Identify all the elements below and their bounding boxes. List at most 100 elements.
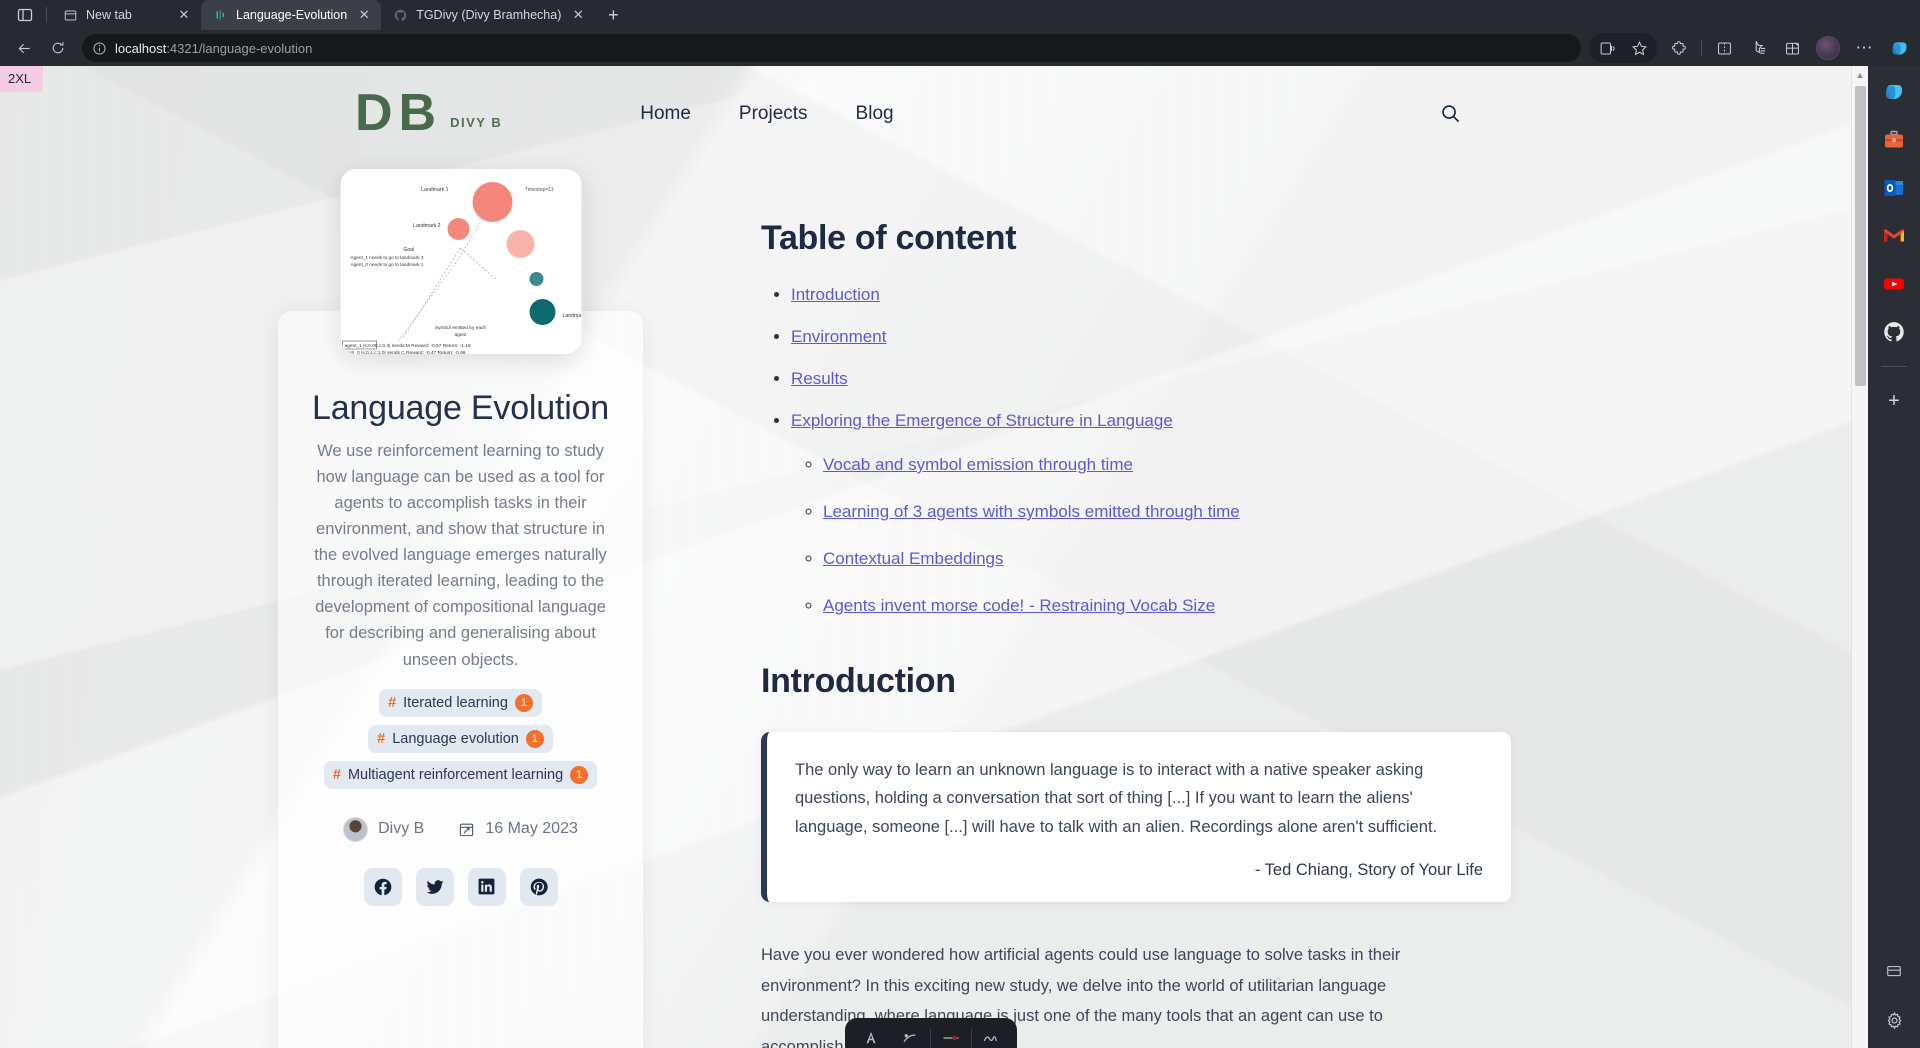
- scrollbar-thumb[interactable]: [1855, 86, 1866, 386]
- slider-tool-icon[interactable]: [931, 1029, 971, 1047]
- nav-item-blog[interactable]: Blog: [856, 103, 894, 125]
- toc-link-contextual-embeddings[interactable]: Contextual Embeddings: [823, 549, 1004, 568]
- text-tool-icon[interactable]: [851, 1029, 891, 1047]
- browser-essentials-icon[interactable]: [1776, 34, 1808, 62]
- svg-text:Landmark 2: Landmark 2: [413, 223, 441, 229]
- tag-label: Iterated learning: [403, 694, 508, 711]
- tab-actions-button[interactable]: [8, 0, 42, 30]
- author-name: Divy B: [378, 820, 425, 838]
- shape-tool-icon[interactable]: [972, 1029, 1012, 1047]
- toc-subitem: Vocab and symbol emission through time: [823, 455, 1343, 475]
- new-tab-page-icon: [63, 8, 78, 23]
- browser-tab-tgdivy[interactable]: TGDivy (Divy Bramhecha) ✕: [381, 0, 595, 30]
- floating-editor-toolbar[interactable]: [845, 1018, 1017, 1048]
- tag-language-evolution[interactable]: # Language evolution 1: [368, 724, 553, 753]
- pinterest-icon[interactable]: [519, 867, 558, 906]
- add-sidebar-app-button[interactable]: +: [1876, 383, 1912, 419]
- tag-multiagent-rl[interactable]: # Multiagent reinforcement learning 1: [323, 760, 598, 789]
- nav-item-projects[interactable]: Projects: [739, 103, 808, 125]
- post-date: 16 May 2023: [458, 820, 578, 838]
- tab-close-button[interactable]: ✕: [175, 6, 193, 24]
- social-share-buttons: [304, 867, 617, 906]
- astro-favicon: [213, 8, 228, 23]
- back-button[interactable]: [8, 34, 40, 62]
- reload-button[interactable]: [42, 34, 74, 62]
- tag-count-badge: 1: [525, 729, 544, 748]
- toc-link-morse-code[interactable]: Agents invent morse code! - Restraining …: [823, 596, 1215, 615]
- hash-icon: #: [388, 694, 397, 711]
- toc-link-results[interactable]: Results: [791, 369, 848, 388]
- toc-item: Exploring the Emergence of Structure in …: [791, 411, 1343, 616]
- browser-tab-new-tab[interactable]: New tab ✕: [51, 0, 201, 30]
- read-aloud-icon[interactable]: [1591, 34, 1623, 62]
- tag-label: Language evolution: [392, 730, 519, 747]
- browser-toolbar: localhost:4321/language-evolution ⋯: [0, 30, 1920, 66]
- toc-link-learning-3-agents[interactable]: Learning of 3 agents with symbols emitte…: [823, 502, 1240, 521]
- collections-icon[interactable]: [1742, 34, 1774, 62]
- more-options-button[interactable]: ⋯: [1848, 34, 1880, 62]
- svg-text:Landmark 3: Landmark 3: [562, 313, 581, 319]
- svg-text:agent_0 |s:0.1,c:1.0| sends C: agent_0 |s:0.1,c:1.0| sends C Reward: -0…: [342, 350, 465, 354]
- toc-link-environment[interactable]: Environment: [791, 327, 886, 346]
- gmail-icon[interactable]: [1876, 218, 1912, 254]
- star-icon[interactable]: [1623, 34, 1655, 62]
- toc-link-introduction[interactable]: Introduction: [791, 285, 880, 304]
- nav-item-home[interactable]: Home: [640, 103, 691, 125]
- tag-count-badge: 1: [570, 765, 589, 784]
- svg-text:Landmark 1: Landmark 1: [421, 187, 449, 193]
- post-thumbnail[interactable]: Landmark 1 Landmark 2 Landmark 3 Timeste…: [340, 169, 581, 354]
- youtube-icon[interactable]: [1876, 266, 1912, 302]
- github-favicon: [393, 8, 408, 23]
- toc-item: Introduction: [791, 285, 1343, 305]
- draw-tool-icon[interactable]: [891, 1029, 931, 1047]
- svg-text:Agent_0 needs to go to landmar: Agent_0 needs to go to landmark 1: [350, 262, 423, 267]
- breakpoint-indicator: 2XL: [0, 66, 44, 92]
- copilot-icon[interactable]: [1886, 35, 1912, 61]
- toolbar-actions: ⋯: [1589, 33, 1912, 63]
- outlook-icon[interactable]: [1876, 170, 1912, 206]
- facebook-icon[interactable]: [363, 867, 402, 906]
- toc-subitem: Agents invent morse code! - Restraining …: [823, 596, 1343, 616]
- info-circle-icon[interactable]: [92, 41, 107, 56]
- site-header: DB DIVY B Home Projects Blog: [0, 66, 1851, 161]
- tag-iterated-learning[interactable]: # Iterated learning 1: [379, 688, 542, 717]
- page-content: Landmark 1 Landmark 2 Landmark 3 Timeste…: [0, 161, 1851, 1048]
- svg-text:agent_1 |s:0.05,c:0.3| sends: agent_1 |s:0.05,c:0.3| sends M Reward: -…: [344, 343, 471, 349]
- url-host: localhost: [115, 40, 167, 56]
- tab-close-button[interactable]: ✕: [355, 6, 373, 24]
- profile-avatar[interactable]: [1816, 36, 1840, 60]
- tools-briefcase-icon[interactable]: [1876, 122, 1912, 158]
- tab-title: Language-Evolution: [236, 8, 348, 22]
- post-description: We use reinforcement learning to study h…: [314, 442, 607, 669]
- copilot-sidebar-icon[interactable]: [1876, 74, 1912, 110]
- page-scrollbar[interactable]: ▲: [1851, 66, 1868, 1048]
- address-bar-url: localhost:4321/language-evolution: [115, 41, 312, 56]
- toc-link-vocab-symbol-emission[interactable]: Vocab and symbol emission through time: [823, 455, 1133, 474]
- post-author: Divy B: [343, 816, 425, 842]
- browser-viewport: 2XL DB DIVY B Home Projects Blog Landmar…: [0, 66, 1920, 1048]
- toc-link-exploring-emergence[interactable]: Exploring the Emergence of Structure in …: [791, 411, 1173, 430]
- split-screen-icon[interactable]: [1708, 34, 1740, 62]
- url-path: :4321/language-evolution: [166, 40, 313, 56]
- svg-text:Timestep=11: Timestep=11: [525, 187, 554, 193]
- tab-divider: [46, 7, 47, 23]
- address-bar[interactable]: localhost:4321/language-evolution: [82, 34, 1581, 62]
- linkedin-icon[interactable]: [467, 867, 506, 906]
- search-icon[interactable]: [1440, 103, 1461, 124]
- extensions-puzzle-icon[interactable]: [1663, 34, 1695, 62]
- site-logo[interactable]: DB DIVY B: [355, 87, 502, 139]
- twitter-icon[interactable]: [415, 867, 454, 906]
- svg-text:Goal: Goal: [403, 247, 414, 253]
- github-icon[interactable]: [1876, 314, 1912, 350]
- omnibox-action-pill: [1589, 33, 1657, 63]
- post-meta: Divy B 16 May 2023: [304, 816, 617, 842]
- gear-icon[interactable]: [1876, 1002, 1912, 1038]
- tab-close-button[interactable]: ✕: [569, 6, 587, 24]
- post-title: Language Evolution: [312, 389, 609, 427]
- quote-attribution: - Ted Chiang, Story of Your Life: [1254, 861, 1483, 880]
- browser-tab-language-evolution[interactable]: Language-Evolution ✕: [201, 0, 382, 30]
- scroll-up-arrow[interactable]: ▲: [1856, 70, 1865, 80]
- new-tab-button[interactable]: +: [599, 2, 627, 28]
- tag-count-badge: 1: [514, 693, 533, 712]
- sidebar-customize-icon[interactable]: [1876, 954, 1912, 990]
